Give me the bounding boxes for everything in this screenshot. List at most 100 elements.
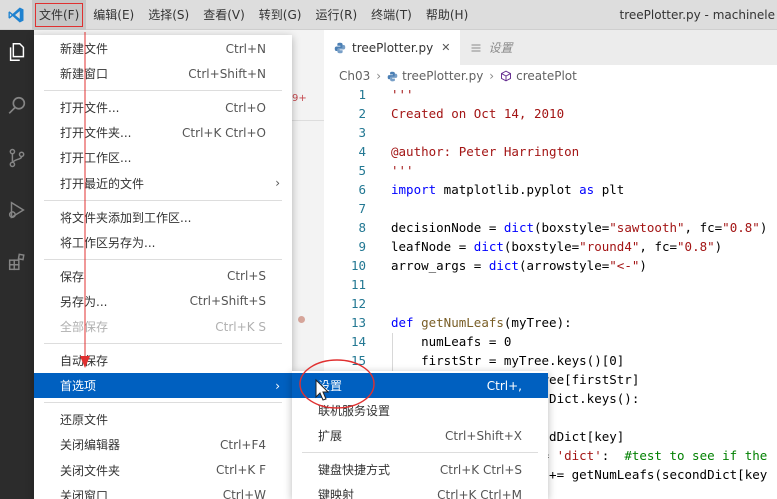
menu-item[interactable]: 键映射 Ctrl+K Ctrl+M [292,482,548,499]
menu-item-label: 扩展 [318,429,343,444]
menu-item-label: 自动保存 [60,354,109,369]
chevron-right-icon: › [275,378,280,393]
menu-item-label: 打开最近的文件 [60,176,145,191]
menu-item-label: 全部保存 [60,320,109,334]
menu-item[interactable]: 将工作区另存为... [34,230,292,255]
code-token: : [601,448,625,463]
menu-item-shortcut: Ctrl+K Ctrl+M [437,487,522,499]
line-content: ''' [391,161,414,180]
code-line: 3 [324,123,777,142]
line-number: 10 [350,258,366,273]
menu-item[interactable]: 关闭文件夹 Ctrl+K F [34,458,292,483]
close-icon[interactable]: ✕ [441,41,450,54]
menu-item[interactable]: 打开文件夹... Ctrl+K Ctrl+O [34,120,292,145]
line-number: 11 [350,277,366,292]
code-token: 'dict' [556,448,602,463]
menu-separator [44,90,282,92]
modified-dot-icon [298,316,305,323]
line-number: 13 [350,315,366,330]
line-number: 2 [358,106,366,121]
code-line: 11 [324,275,777,294]
code-token: matplotlib.pyplot [436,182,580,197]
menu-separator [302,452,538,454]
line-content: def getNumLeafs(myTree): [391,313,572,332]
python-file-icon [334,42,346,54]
menu-item-shortcut: Ctrl+K Ctrl+O [182,125,266,140]
menu-item-label: 保存 [60,269,85,284]
code-token: Created on Oct 14, 2010 [391,106,565,121]
menu-item-shortcut: Ctrl+, [486,378,522,393]
code-token: ) [714,239,723,254]
tab-treeplotter[interactable]: treePlotter.py ✕ [324,30,461,65]
chevron-right-icon: › [275,176,280,190]
menu-run[interactable]: 运行(R) [308,0,364,30]
code-line: 6 import matplotlib.pyplot as plt [324,180,777,199]
menu-item[interactable]: 键盘快捷方式 Ctrl+K Ctrl+S [292,457,548,482]
menu-item[interactable]: 关闭编辑器 Ctrl+F4 [34,432,292,457]
menu-item-label: 还原文件 [60,413,109,428]
menu-help[interactable]: 帮助(H) [419,0,475,30]
code-line: 13 def getNumLeafs(myTree): [324,313,777,332]
menu-item[interactable]: 关闭窗口 Ctrl+W [34,483,292,499]
chevron-right-icon: › [376,69,382,83]
menu-item[interactable]: 保存 Ctrl+S [34,264,292,289]
tab-label: treePlotter.py [352,40,434,55]
code-line: 4 @author: Peter Harrington [324,142,777,161]
menu-edit[interactable]: 编辑(E) [86,0,141,30]
breadcrumb-file[interactable]: treePlotter.py [402,69,483,83]
code-token: #test to see if the [624,448,768,463]
menu-item-label: 关闭编辑器 [60,438,121,453]
line-number: 9 [358,239,366,254]
line-content: decisionNode = dict(boxstyle="sawtooth",… [391,218,767,237]
menu-item[interactable]: 打开最近的文件 › [34,171,292,196]
menu-item[interactable]: 打开工作区... [34,145,292,170]
tab-settings[interactable]: 设置 [460,30,522,65]
menu-go[interactable]: 转到(G) [252,0,309,30]
problem-count-badge: 9+ [292,92,307,104]
menu-item[interactable]: 扩展 Ctrl+Shift+X [292,423,548,448]
menu-item[interactable]: 新建窗口 Ctrl+Shift+N [34,61,292,86]
menu-item[interactable]: 设置 Ctrl+, [292,373,548,398]
line-number: 1 [358,87,366,102]
breadcrumb-symbol[interactable]: createPlot [516,69,577,83]
code-token: "round4" [579,239,640,254]
menu-item[interactable]: 另存为... Ctrl+Shift+S [34,289,292,314]
code-token: (arrowstyle= [518,258,610,273]
code-line: 1 ''' [324,87,777,104]
menu-item[interactable]: 联机服务设置 [292,398,548,423]
menu-item[interactable]: 首选项 › [34,373,292,399]
run-debug-icon[interactable] [0,192,34,228]
code-token: (myTree): [503,315,572,330]
source-control-icon[interactable] [0,140,34,176]
code-token: ''' [391,163,414,178]
line-number: 7 [358,201,366,216]
extensions-icon[interactable] [0,244,34,280]
code-token: firstStr = myTree.keys()[0] [391,353,625,368]
menu-item[interactable]: 将文件夹添加到工作区... [34,205,292,230]
menu-item-label: 设置 [318,379,343,393]
menu-terminal[interactable]: 终端(T) [364,0,419,30]
line-number: 8 [358,220,366,235]
line-content: firstStr = myTree.keys()[0] [391,351,624,370]
menu-item-label: 打开文件夹... [60,126,132,141]
line-content: leafNode = dict(boxstyle="round4", fc="0… [391,237,722,256]
menu-item[interactable]: 还原文件 [34,407,292,432]
menu-item[interactable]: 自动保存 [34,348,292,373]
menu-file[interactable]: 文件(F) [32,0,87,30]
menu-view[interactable]: 查看(V) [196,0,252,30]
code-line: 9 leafNode = dict(boxstyle="round4", fc="… [324,237,777,256]
line-number: 15 [350,353,366,368]
menu-separator [44,199,282,201]
menu-separator [44,343,282,345]
explorer-icon[interactable] [0,34,34,70]
menu-selection[interactable]: 选择(S) [141,0,196,30]
menu-item[interactable]: 打开文件... Ctrl+O [34,95,292,120]
breadcrumb-folder[interactable]: Ch03 [339,69,370,83]
menu-item-shortcut: Ctrl+N [225,41,266,56]
line-number: 14 [350,334,366,349]
menu-item[interactable]: 新建文件 Ctrl+N [34,36,292,61]
search-icon[interactable] [0,88,34,124]
menu-item-shortcut: Ctrl+Shift+N [188,66,266,81]
menu-item-label: 键盘快捷方式 [318,463,391,478]
line-number: 6 [358,182,366,197]
